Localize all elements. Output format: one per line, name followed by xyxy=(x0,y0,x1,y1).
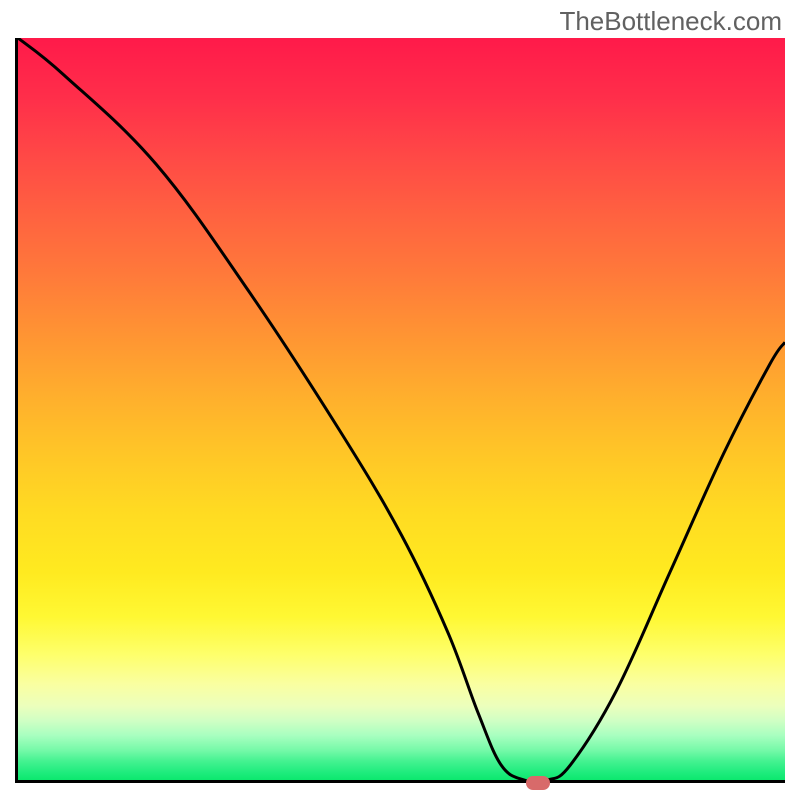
chart-area xyxy=(15,38,785,783)
optimal-marker xyxy=(526,776,550,790)
watermark-text: TheBottleneck.com xyxy=(559,6,782,37)
bottleneck-curve-path xyxy=(18,38,785,780)
curve-svg xyxy=(18,38,785,780)
